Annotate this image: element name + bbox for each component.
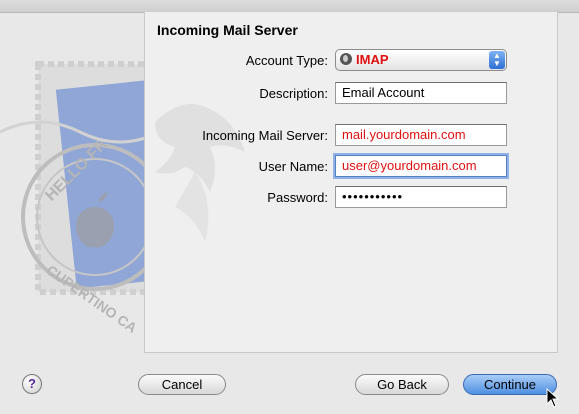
user-name-field[interactable]: user@yourdomain.com [335, 155, 507, 177]
continue-button[interactable]: Continue [463, 374, 557, 395]
mail-stamp-artwork: HELLO FR CUPERTINO CA [0, 12, 150, 354]
incoming-server-field[interactable]: mail.yourdomain.com [335, 124, 507, 146]
help-button[interactable]: ? [22, 374, 42, 394]
description-label: Description: [259, 86, 328, 101]
cancel-button[interactable]: Cancel [138, 374, 226, 395]
go-back-button[interactable]: Go Back [355, 374, 449, 395]
account-type-popup[interactable]: IMAP ▲ ▼ [335, 49, 507, 71]
incoming-mail-server-panel: Incoming Mail Server Account Type: IMAP … [144, 12, 558, 353]
popup-arrows-icon: ▲ ▼ [489, 51, 505, 69]
stamp-illustration: HELLO FR CUPERTINO CA [0, 61, 150, 336]
incoming-server-label: Incoming Mail Server: [202, 128, 328, 143]
description-field[interactable]: Email Account [335, 82, 507, 104]
panel-title: Incoming Mail Server [157, 22, 298, 38]
password-label: Password: [267, 190, 328, 205]
mouse-cursor-icon [546, 388, 560, 408]
user-name-label: User Name: [258, 159, 328, 174]
globe-icon [340, 53, 352, 65]
hawk-watermark-icon [155, 104, 245, 242]
password-field[interactable]: ••••••••••• [335, 186, 507, 208]
account-type-label: Account Type: [245, 53, 328, 68]
account-type-value: IMAP [356, 52, 389, 67]
